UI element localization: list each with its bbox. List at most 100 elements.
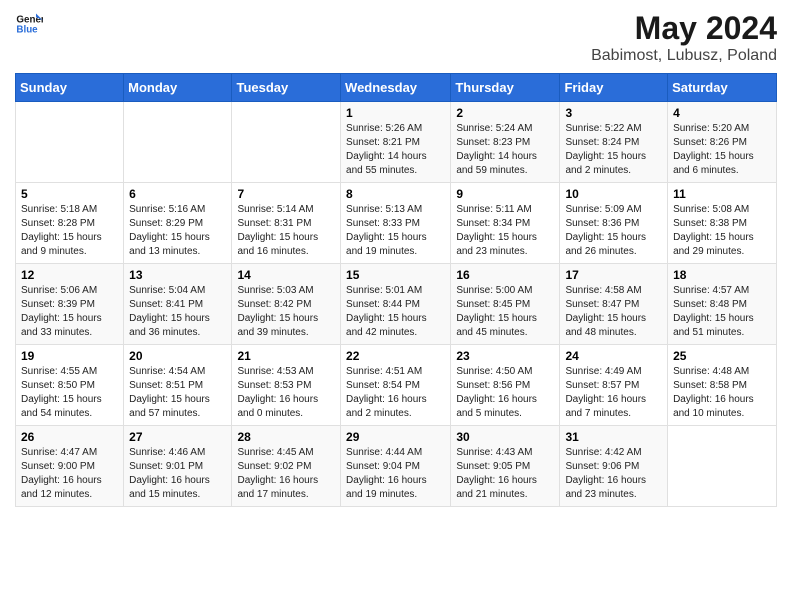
calendar-cell: 7 Sunrise: 5:14 AM Sunset: 8:31 PM Daylig… (232, 183, 341, 264)
week-row-2: 5Sunrise: 5:18 AM Sunset: 8:28 PM Daylig… (16, 183, 777, 264)
subtitle: Babimost, Lubusz, Poland (591, 47, 777, 65)
day-number: 2 (456, 106, 554, 120)
day-info: Sunrise: 4:53 AM Sunset: 8:53 PM Dayligh… (237, 365, 335, 421)
day-number: 18 (673, 268, 771, 282)
week-row-3: 12 Sunrise: 5:06 AM Sunset: 8:39 PM Dayli… (16, 264, 777, 345)
calendar-cell: 28 Sunrise: 4:45 AM Sunset: 9:02 PM Dayli… (232, 426, 341, 507)
day-info: Sunrise: 4:43 AM Sunset: 9:05 PM Dayligh… (456, 446, 554, 502)
title-area: May 2024 Babimost, Lubusz, Poland (591, 10, 777, 65)
calendar-cell (124, 102, 232, 183)
day-number: 9 (456, 187, 554, 201)
day-number: 15 (346, 268, 445, 282)
day-number: 1 (346, 106, 445, 120)
day-number: 26 (21, 430, 118, 444)
svg-text:Blue: Blue (16, 24, 38, 35)
day-info: Sunrise: 4:48 AM Sunset: 8:58 PM Dayligh… (673, 365, 771, 421)
day-number: 20 (129, 349, 226, 363)
day-info: Sunrise: 4:46 AM Sunset: 9:01 PM Dayligh… (129, 446, 226, 502)
day-header-thursday: Thursday (451, 74, 560, 102)
day-info: Sunrise: 5:22 AM Sunset: 8:24 PM Dayligh… (565, 122, 662, 178)
day-info: Sunrise: 5:04 AM Sunset: 8:41 PM Dayligh… (129, 284, 226, 340)
calendar-cell: 16Sunrise: 5:00 AM Sunset: 8:45 PM Dayli… (451, 264, 560, 345)
calendar-table: SundayMondayTuesdayWednesdayThursdayFrid… (15, 73, 777, 507)
day-number: 31 (565, 430, 662, 444)
day-header-tuesday: Tuesday (232, 74, 341, 102)
day-number: 16 (456, 268, 554, 282)
day-info: Sunrise: 4:44 AM Sunset: 9:04 PM Dayligh… (346, 446, 445, 502)
calendar-cell: 13 Sunrise: 5:04 AM Sunset: 8:41 PM Dayli… (124, 264, 232, 345)
day-header-saturday: Saturday (668, 74, 777, 102)
day-number: 13 (129, 268, 226, 282)
day-header-friday: Friday (560, 74, 668, 102)
day-number: 22 (346, 349, 445, 363)
calendar-cell: 4 Sunrise: 5:20 AM Sunset: 8:26 PM Daylig… (668, 102, 777, 183)
header: General Blue May 2024 Babimost, Lubusz, … (15, 10, 777, 65)
calendar-cell (232, 102, 341, 183)
day-number: 19 (21, 349, 118, 363)
calendar-cell: 12 Sunrise: 5:06 AM Sunset: 8:39 PM Dayli… (16, 264, 124, 345)
calendar-cell: 5Sunrise: 5:18 AM Sunset: 8:28 PM Daylig… (16, 183, 124, 264)
day-info: Sunrise: 4:42 AM Sunset: 9:06 PM Dayligh… (565, 446, 662, 502)
calendar-cell: 23Sunrise: 4:50 AM Sunset: 8:56 PM Dayli… (451, 345, 560, 426)
day-number: 7 (237, 187, 335, 201)
day-info: Sunrise: 4:54 AM Sunset: 8:51 PM Dayligh… (129, 365, 226, 421)
calendar-cell: 21 Sunrise: 4:53 AM Sunset: 8:53 PM Dayli… (232, 345, 341, 426)
calendar-cell: 8 Sunrise: 5:13 AM Sunset: 8:33 PM Daylig… (341, 183, 451, 264)
calendar-cell: 20 Sunrise: 4:54 AM Sunset: 8:51 PM Dayli… (124, 345, 232, 426)
week-row-5: 26Sunrise: 4:47 AM Sunset: 9:00 PM Dayli… (16, 426, 777, 507)
calendar-cell: 11Sunrise: 5:08 AM Sunset: 8:38 PM Dayli… (668, 183, 777, 264)
day-number: 30 (456, 430, 554, 444)
day-header-wednesday: Wednesday (341, 74, 451, 102)
day-number: 3 (565, 106, 662, 120)
day-number: 4 (673, 106, 771, 120)
day-number: 28 (237, 430, 335, 444)
header-row: SundayMondayTuesdayWednesdayThursdayFrid… (16, 74, 777, 102)
calendar-cell: 25 Sunrise: 4:48 AM Sunset: 8:58 PM Dayli… (668, 345, 777, 426)
day-info: Sunrise: 5:11 AM Sunset: 8:34 PM Dayligh… (456, 203, 554, 259)
calendar-cell: 30 Sunrise: 4:43 AM Sunset: 9:05 PM Dayli… (451, 426, 560, 507)
day-info: Sunrise: 4:51 AM Sunset: 8:54 PM Dayligh… (346, 365, 445, 421)
day-info: Sunrise: 4:55 AM Sunset: 8:50 PM Dayligh… (21, 365, 118, 421)
calendar-cell: 19 Sunrise: 4:55 AM Sunset: 8:50 PM Dayli… (16, 345, 124, 426)
day-number: 25 (673, 349, 771, 363)
calendar-cell: 17 Sunrise: 4:58 AM Sunset: 8:47 PM Dayli… (560, 264, 668, 345)
day-info: Sunrise: 4:45 AM Sunset: 9:02 PM Dayligh… (237, 446, 335, 502)
day-number: 27 (129, 430, 226, 444)
calendar-cell: 9 Sunrise: 5:11 AM Sunset: 8:34 PM Daylig… (451, 183, 560, 264)
calendar-cell: 29 Sunrise: 4:44 AM Sunset: 9:04 PM Dayli… (341, 426, 451, 507)
calendar-cell: 6 Sunrise: 5:16 AM Sunset: 8:29 PM Daylig… (124, 183, 232, 264)
day-number: 24 (565, 349, 662, 363)
calendar-cell: 22 Sunrise: 4:51 AM Sunset: 8:54 PM Dayli… (341, 345, 451, 426)
week-row-4: 19 Sunrise: 4:55 AM Sunset: 8:50 PM Dayli… (16, 345, 777, 426)
day-info: Sunrise: 5:01 AM Sunset: 8:44 PM Dayligh… (346, 284, 445, 340)
day-info: Sunrise: 5:09 AM Sunset: 8:36 PM Dayligh… (565, 203, 662, 259)
calendar-cell (668, 426, 777, 507)
calendar-cell: 18 Sunrise: 4:57 AM Sunset: 8:48 PM Dayli… (668, 264, 777, 345)
day-info: Sunrise: 4:58 AM Sunset: 8:47 PM Dayligh… (565, 284, 662, 340)
day-header-sunday: Sunday (16, 74, 124, 102)
day-number: 8 (346, 187, 445, 201)
day-info: Sunrise: 5:03 AM Sunset: 8:42 PM Dayligh… (237, 284, 335, 340)
day-info: Sunrise: 4:57 AM Sunset: 8:48 PM Dayligh… (673, 284, 771, 340)
day-info: Sunrise: 5:16 AM Sunset: 8:29 PM Dayligh… (129, 203, 226, 259)
calendar-cell: 2Sunrise: 5:24 AM Sunset: 8:23 PM Daylig… (451, 102, 560, 183)
day-info: Sunrise: 5:18 AM Sunset: 8:28 PM Dayligh… (21, 203, 118, 259)
day-number: 14 (237, 268, 335, 282)
day-info: Sunrise: 5:14 AM Sunset: 8:31 PM Dayligh… (237, 203, 335, 259)
day-info: Sunrise: 4:49 AM Sunset: 8:57 PM Dayligh… (565, 365, 662, 421)
day-info: Sunrise: 5:13 AM Sunset: 8:33 PM Dayligh… (346, 203, 445, 259)
day-number: 29 (346, 430, 445, 444)
calendar-cell: 10 Sunrise: 5:09 AM Sunset: 8:36 PM Dayli… (560, 183, 668, 264)
day-info: Sunrise: 5:20 AM Sunset: 8:26 PM Dayligh… (673, 122, 771, 178)
day-info: Sunrise: 5:06 AM Sunset: 8:39 PM Dayligh… (21, 284, 118, 340)
calendar-cell: 27 Sunrise: 4:46 AM Sunset: 9:01 PM Dayli… (124, 426, 232, 507)
day-number: 17 (565, 268, 662, 282)
day-number: 10 (565, 187, 662, 201)
calendar-cell: 14 Sunrise: 5:03 AM Sunset: 8:42 PM Dayli… (232, 264, 341, 345)
day-number: 12 (21, 268, 118, 282)
day-info: Sunrise: 5:08 AM Sunset: 8:38 PM Dayligh… (673, 203, 771, 259)
day-number: 6 (129, 187, 226, 201)
calendar-cell: 31 Sunrise: 4:42 AM Sunset: 9:06 PM Dayli… (560, 426, 668, 507)
day-number: 21 (237, 349, 335, 363)
calendar-cell: 26Sunrise: 4:47 AM Sunset: 9:00 PM Dayli… (16, 426, 124, 507)
